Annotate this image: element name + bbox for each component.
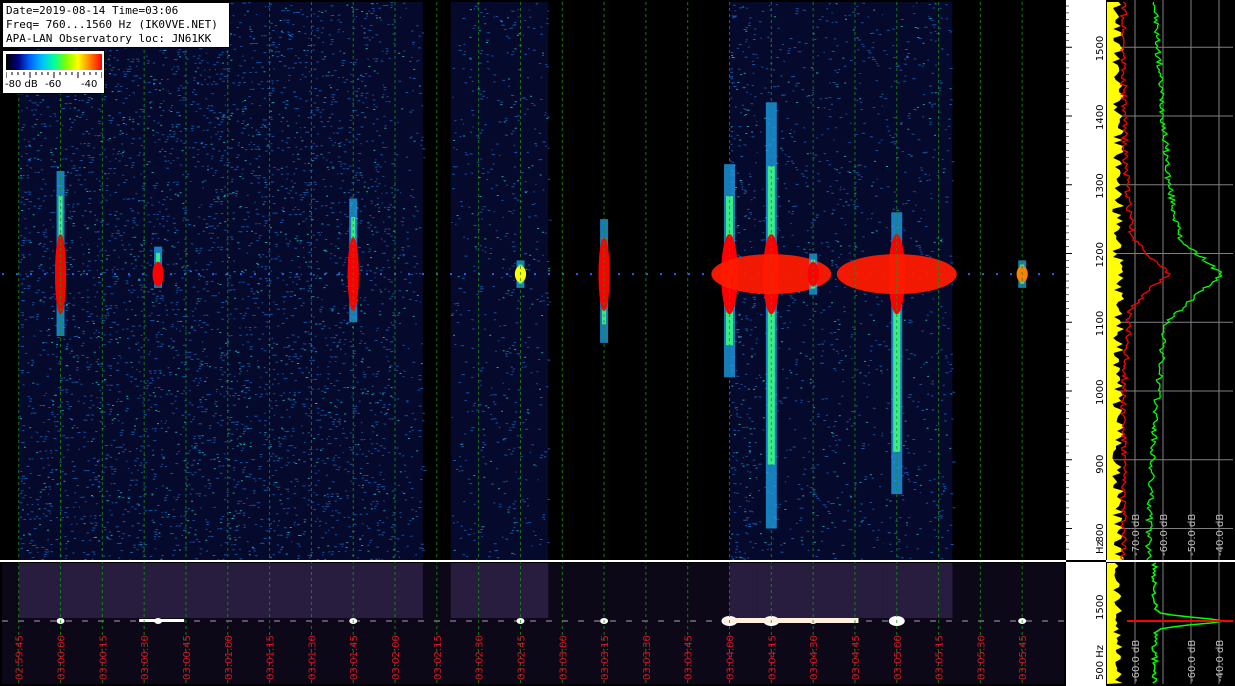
freq-unit-label: Hz bbox=[1095, 541, 1106, 554]
time-tick-label: 03:02:45 bbox=[516, 635, 527, 680]
noise-block bbox=[395, 2, 427, 560]
scale-label-mid: -60 bbox=[45, 79, 62, 90]
profile-tick-label: -70.0 dB bbox=[1131, 514, 1142, 556]
freq-tick-label: 1200 bbox=[1095, 242, 1106, 267]
scale-label-min: -80 dB bbox=[5, 79, 38, 90]
lower-profile-tick-label: -40.0 dB bbox=[1215, 640, 1226, 682]
freq-tick-label: 900 bbox=[1095, 455, 1106, 474]
freq-tick-label: 1400 bbox=[1095, 105, 1106, 130]
time-tick-label: 03:02:30 bbox=[475, 635, 486, 680]
time-tick-label: 03:00:45 bbox=[182, 635, 193, 680]
time-tick-label: 03:00:15 bbox=[98, 635, 109, 680]
lower-profile-tick-label: -60.0 dB bbox=[1187, 640, 1198, 682]
freq-tick-label: 800 bbox=[1095, 523, 1106, 542]
time-tick-label: 03:02:00 bbox=[391, 635, 402, 680]
noise-fill bbox=[395, 2, 423, 560]
info-observatory: APA-LAN Observatory loc: JN61KK bbox=[6, 32, 212, 45]
lower-noise-block bbox=[18, 563, 396, 618]
freq-tick-label: 1300 bbox=[1095, 173, 1106, 198]
axis-background bbox=[1066, 0, 1106, 686]
profile-tick-label: -60.0 dB bbox=[1159, 514, 1170, 556]
time-tick-label: 03:04:00 bbox=[726, 635, 737, 680]
time-tick-label: 03:00:00 bbox=[57, 635, 68, 680]
time-tick-label: 02:59:45 bbox=[15, 635, 26, 680]
lower-noise-block bbox=[757, 563, 883, 618]
panel-separator bbox=[0, 560, 1235, 562]
profile-tick-label: -40.0 dB bbox=[1215, 514, 1226, 556]
time-tick-label: 03:04:45 bbox=[851, 635, 862, 680]
noise-block bbox=[450, 2, 552, 560]
freq-tick-label: 1000 bbox=[1095, 380, 1106, 405]
time-tick-label: 03:05:30 bbox=[976, 635, 987, 680]
time-tick-label: 03:01:45 bbox=[349, 635, 360, 680]
info-date: Date=2019-08-14 Time=03:06 bbox=[6, 4, 179, 17]
spectrogram-display: 02:59:45 03:00:00 03:00:15 03:00:30 03:00:45… bbox=[0, 0, 1235, 686]
lower-echo-trail bbox=[139, 619, 185, 622]
time-tick-label: 03:05:00 bbox=[893, 635, 904, 680]
color-scale-legend: -80 dB -60 -40 bbox=[2, 50, 105, 94]
color-scale-ticks bbox=[6, 72, 102, 78]
time-tick-label: 03:00:30 bbox=[140, 635, 151, 680]
axis-separator bbox=[1066, 560, 1106, 562]
lower-echo-trail bbox=[723, 618, 859, 623]
frequency-axis: 800 900 1000 1100 1200 1300 1400 1500 Hz 1500 500 … bbox=[1066, 0, 1106, 686]
noise-fill bbox=[450, 2, 549, 560]
lower-noise-block bbox=[395, 563, 423, 618]
lower-noise-block bbox=[450, 563, 549, 618]
profile-separator bbox=[1107, 560, 1235, 562]
station-info: Date=2019-08-14 Time=03:06 Freq= 760...1… bbox=[2, 2, 230, 48]
lower-freq-tick-label: 1500 bbox=[1095, 595, 1106, 620]
freq-tick-label: 1500 bbox=[1095, 36, 1106, 61]
time-tick-label: 03:05:15 bbox=[935, 635, 946, 680]
time-tick-label: 03:05:45 bbox=[1018, 635, 1029, 680]
time-tick-label: 03:04:30 bbox=[809, 635, 820, 680]
time-tick-label: 03:01:00 bbox=[224, 635, 235, 680]
scale-label-max: -40 bbox=[81, 79, 98, 90]
time-tick-label: 03:02:15 bbox=[433, 635, 444, 680]
lower-noise-block bbox=[729, 563, 758, 618]
time-tick-label: 03:03:30 bbox=[642, 635, 653, 680]
lower-spectrogram bbox=[2, 563, 1064, 684]
time-tick-label: 03:03:45 bbox=[684, 635, 695, 680]
time-tick-label: 03:03:15 bbox=[600, 635, 611, 680]
lower-spectrum-profile: -60.0 dB -60.0 dB -40.0 dB bbox=[1107, 560, 1235, 684]
time-tick-label: 03:01:15 bbox=[266, 635, 277, 680]
lower-freq-tick-label: 500 Hz bbox=[1095, 645, 1106, 680]
meteor-echo bbox=[152, 246, 164, 288]
color-scale-bar bbox=[6, 54, 102, 70]
spectrogram-image bbox=[2, 2, 1064, 562]
lower-noise-block bbox=[882, 563, 953, 618]
time-tick-label: 03:04:15 bbox=[767, 635, 778, 680]
time-tick-label: 03:01:30 bbox=[307, 635, 318, 680]
freq-tick-label: 1100 bbox=[1095, 311, 1106, 336]
info-freq: Freq= 760...1560 Hz (IK0VVE.NET) bbox=[6, 18, 218, 31]
profile-tick-label: -50.0 dB bbox=[1187, 514, 1198, 556]
echo-core bbox=[152, 261, 164, 287]
lower-profile-tick-label: -60.0 dB bbox=[1131, 640, 1142, 682]
time-tick-label: 03:03:00 bbox=[558, 635, 569, 680]
